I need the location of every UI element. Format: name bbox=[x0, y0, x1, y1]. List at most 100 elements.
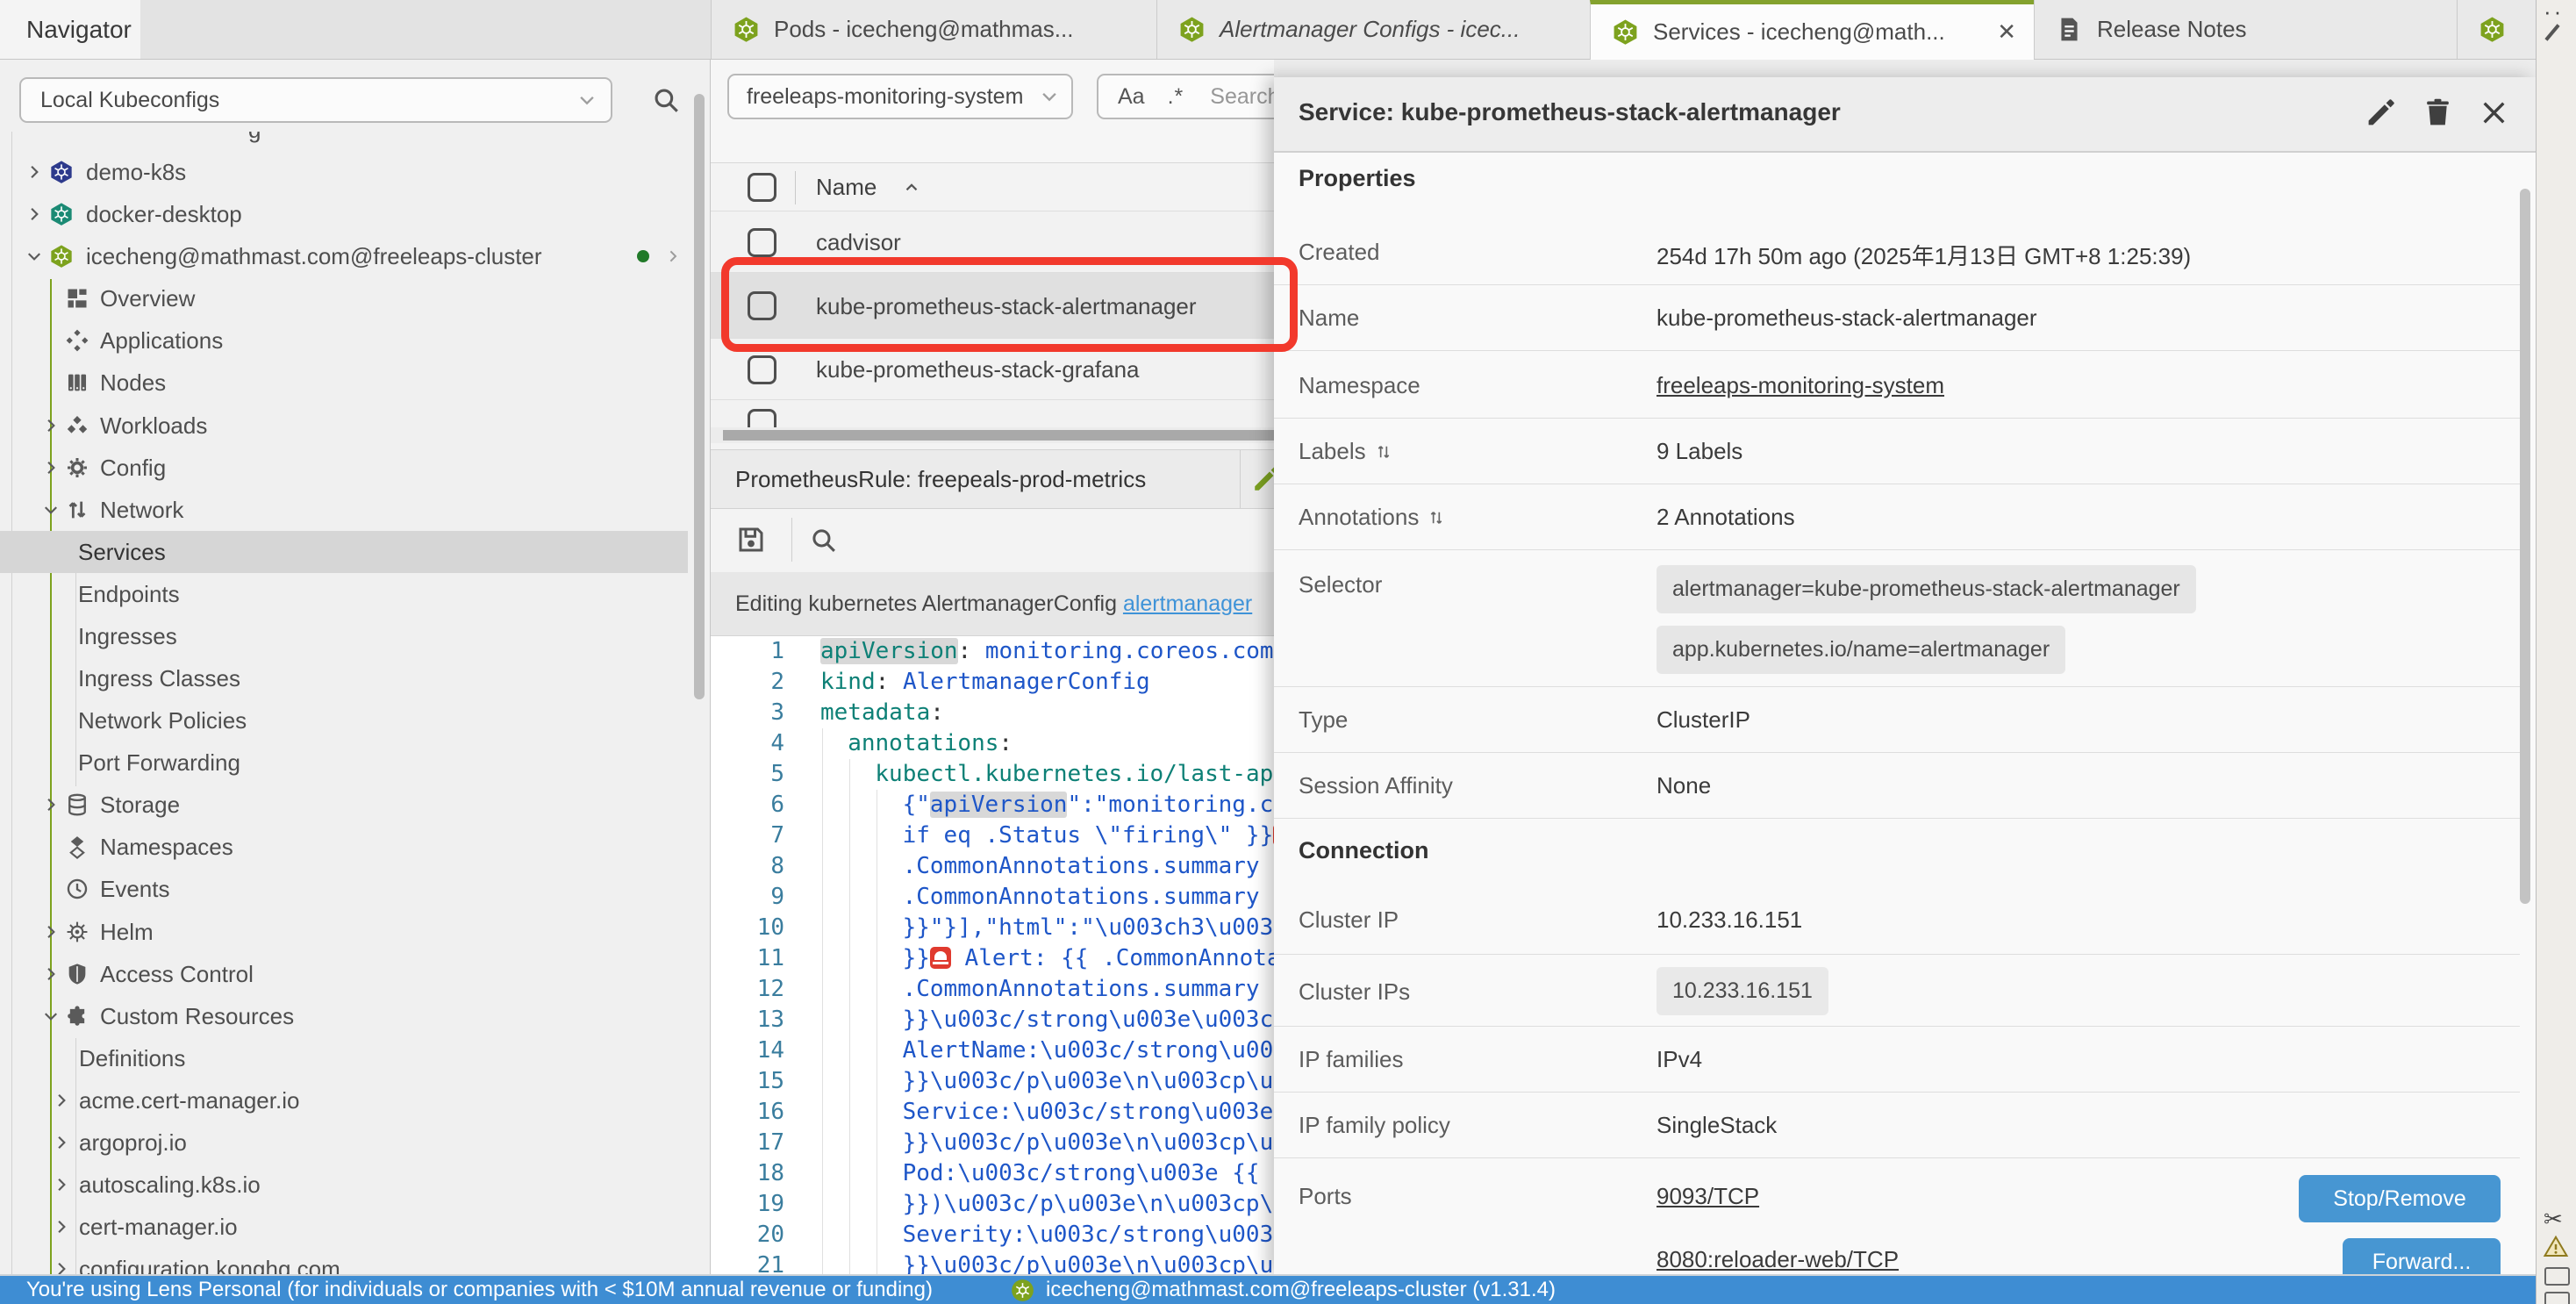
sidebar-item-label: Storage bbox=[100, 784, 180, 826]
line-number: 2 bbox=[711, 667, 784, 698]
minimize-box-icon bbox=[2544, 1267, 2570, 1286]
namespace-dropdown-value: freeleaps-monitoring-system bbox=[747, 84, 1023, 110]
sidebar-item-events[interactable]: Events bbox=[0, 868, 688, 910]
sidebar-item-network-policies[interactable]: Network Policies bbox=[0, 699, 688, 742]
sidebar-item-helm[interactable]: Helm bbox=[0, 911, 688, 953]
sidebar-item-config[interactable]: Config bbox=[0, 447, 688, 489]
row-checkbox[interactable] bbox=[748, 228, 776, 257]
sidebar-item-icecheng-mathmast-com-freeleaps-cluster[interactable]: icecheng@mathmast.com@freeleaps-cluster bbox=[0, 235, 688, 277]
sidebar-item-services[interactable]: Services bbox=[0, 531, 688, 573]
sidebar-item-demo-k8s[interactable]: demo-k8s bbox=[0, 151, 688, 193]
sidebar-item-access-control[interactable]: Access Control bbox=[0, 953, 688, 995]
stop-remove-button[interactable]: Stop/Remove bbox=[2299, 1175, 2501, 1222]
tab-release-notes[interactable]: Release Notes bbox=[2034, 0, 2457, 59]
ip-family-policy-value: SingleStack bbox=[1657, 1112, 1777, 1139]
sidebar-item-cert-manager-io[interactable]: cert-manager.io bbox=[0, 1206, 688, 1248]
tab-services[interactable]: Services - icecheng@math...✕ bbox=[1590, 0, 2034, 60]
table-row-item[interactable] bbox=[711, 399, 1274, 428]
sidebar-item-ingresses[interactable]: Ingresses bbox=[0, 615, 688, 657]
namespace-link[interactable]: freeleaps-monitoring-system bbox=[1657, 372, 1944, 399]
sidebar-item-nodes[interactable]: Nodes bbox=[0, 362, 688, 404]
sidebar-item-ingress-classes[interactable]: Ingress Classes bbox=[0, 657, 688, 699]
chevron-right-icon[interactable] bbox=[25, 205, 43, 223]
port-9093-link[interactable]: 9093/TCP bbox=[1657, 1183, 1759, 1210]
sidebar-item-definitions[interactable]: Definitions bbox=[0, 1037, 688, 1079]
alertmanager-config-link[interactable]: alertmanager bbox=[1123, 591, 1252, 616]
close-icon[interactable]: ✕ bbox=[1997, 18, 2016, 46]
yaml-editor[interactable]: 1apiVersion: monitoring.coreos.com/v12ki… bbox=[711, 636, 1274, 1274]
cluster-status-text[interactable]: icecheng@mathmast.com@freeleaps-cluster … bbox=[1046, 1276, 1556, 1303]
line-number: 15 bbox=[711, 1066, 784, 1097]
chevron-down-icon[interactable] bbox=[42, 501, 60, 519]
match-case-icon[interactable]: Aa bbox=[1118, 84, 1145, 110]
namespace-dropdown[interactable]: freeleaps-monitoring-system bbox=[727, 74, 1073, 119]
header-divider bbox=[795, 171, 796, 204]
sidebar-item-argoproj-io[interactable]: argoproj.io bbox=[0, 1121, 688, 1164]
chevron-right-icon[interactable] bbox=[53, 1134, 70, 1151]
chevron-right-icon[interactable] bbox=[53, 1260, 70, 1274]
sidebar-item-endpoints[interactable]: Endpoints bbox=[0, 573, 688, 615]
line-number: 21 bbox=[711, 1250, 784, 1274]
sidebar-item-workloads[interactable]: Workloads bbox=[0, 405, 688, 447]
row-checkbox[interactable] bbox=[748, 355, 776, 384]
chevron-right-icon[interactable] bbox=[42, 965, 60, 983]
sidebar-item-network[interactable]: Network bbox=[0, 489, 688, 531]
line-number: 7 bbox=[711, 820, 784, 851]
panel-scrollbar[interactable] bbox=[2520, 189, 2530, 904]
edit-pencil-icon[interactable] bbox=[1251, 464, 1274, 494]
session-affinity-value: None bbox=[1657, 772, 1711, 799]
chevron-right-icon[interactable] bbox=[53, 1092, 70, 1109]
kubeconfig-dropdown[interactable]: Local Kubeconfigs bbox=[19, 77, 612, 123]
regex-icon[interactable]: .* bbox=[1168, 84, 1184, 110]
navigator-panel-tab[interactable]: Navigator bbox=[0, 0, 140, 59]
sidebar-item-port-forwarding[interactable]: Port Forwarding bbox=[0, 742, 688, 784]
chevron-right-icon[interactable] bbox=[53, 1176, 70, 1193]
code-line: 5kubectl.kubernetes.io/last-appli bbox=[711, 759, 1274, 790]
chevron-down-icon[interactable] bbox=[42, 1007, 60, 1025]
sidebar-item-storage[interactable]: Storage bbox=[0, 784, 688, 826]
sidebar-item-namespaces[interactable]: Namespaces bbox=[0, 826, 688, 868]
chevron-down-icon[interactable] bbox=[25, 247, 43, 265]
chevron-right-icon[interactable] bbox=[25, 163, 43, 181]
expand-collapse-icon[interactable] bbox=[1375, 443, 1392, 461]
sidebar-item-label: Workloads bbox=[100, 405, 207, 447]
sidebar-item-autoscaling-k8s-io[interactable]: autoscaling.k8s.io bbox=[0, 1164, 688, 1206]
sidebar-item-g[interactable]: g bbox=[0, 132, 688, 151]
line-number: 20 bbox=[711, 1220, 784, 1250]
delete-trash-icon[interactable] bbox=[2422, 97, 2454, 129]
horizontal-scrollbar[interactable] bbox=[711, 427, 1274, 443]
sidebar-item-configuration-konghq-com[interactable]: configuration.konghq.com bbox=[0, 1248, 688, 1274]
port-8080-link[interactable]: 8080:reloader-web/TCP bbox=[1657, 1246, 1899, 1273]
sidebar-item-label: demo-k8s bbox=[86, 151, 186, 193]
expand-collapse-icon[interactable] bbox=[1428, 509, 1445, 527]
sidebar-item-overview[interactable]: Overview bbox=[0, 277, 688, 319]
name-column-header[interactable]: Name bbox=[816, 164, 877, 211]
sidebar-item-docker-desktop[interactable]: docker-desktop bbox=[0, 193, 688, 235]
sidebar-scrollbar[interactable] bbox=[694, 94, 705, 699]
editor-search-icon[interactable] bbox=[809, 526, 838, 555]
chevron-right-icon[interactable] bbox=[53, 1218, 70, 1236]
edit-pencil-icon[interactable] bbox=[2365, 97, 2397, 129]
code-token: }})\u003c/p\u003e\n\u003cp\u00 bbox=[903, 1191, 1274, 1217]
sidebar-item-acme-cert-manager-io[interactable]: acme.cert-manager.io bbox=[0, 1079, 688, 1121]
sidebar-item-label: Port Forwarding bbox=[78, 742, 240, 784]
search-icon[interactable] bbox=[651, 85, 681, 115]
code-line: 6{"apiVersion":"monitoring.core bbox=[711, 790, 1274, 820]
chevron-right-icon[interactable] bbox=[42, 459, 60, 476]
sidebar-item-custom-resources[interactable]: Custom Resources bbox=[0, 995, 688, 1037]
tab-pods[interactable]: Pods - icecheng@mathmas... bbox=[711, 0, 1156, 59]
sidebar-item-applications[interactable]: Applications bbox=[0, 319, 688, 362]
tab-alertmanager-configs[interactable]: Alertmanager Configs - icec... bbox=[1156, 0, 1590, 59]
line-number: 19 bbox=[711, 1189, 784, 1220]
close-icon[interactable] bbox=[2478, 97, 2510, 129]
search-input[interactable]: Aa .* Search bbox=[1097, 74, 1274, 119]
chevron-right-icon[interactable] bbox=[665, 248, 681, 264]
sort-ascending-icon[interactable] bbox=[902, 178, 921, 197]
scrollbar-thumb[interactable] bbox=[723, 430, 1274, 441]
select-all-checkbox[interactable] bbox=[748, 173, 776, 202]
save-icon[interactable] bbox=[735, 524, 767, 555]
chevron-right-icon[interactable] bbox=[42, 796, 60, 813]
chevron-right-icon[interactable] bbox=[42, 923, 60, 941]
line-number: 9 bbox=[711, 882, 784, 913]
chevron-right-icon[interactable] bbox=[42, 417, 60, 434]
